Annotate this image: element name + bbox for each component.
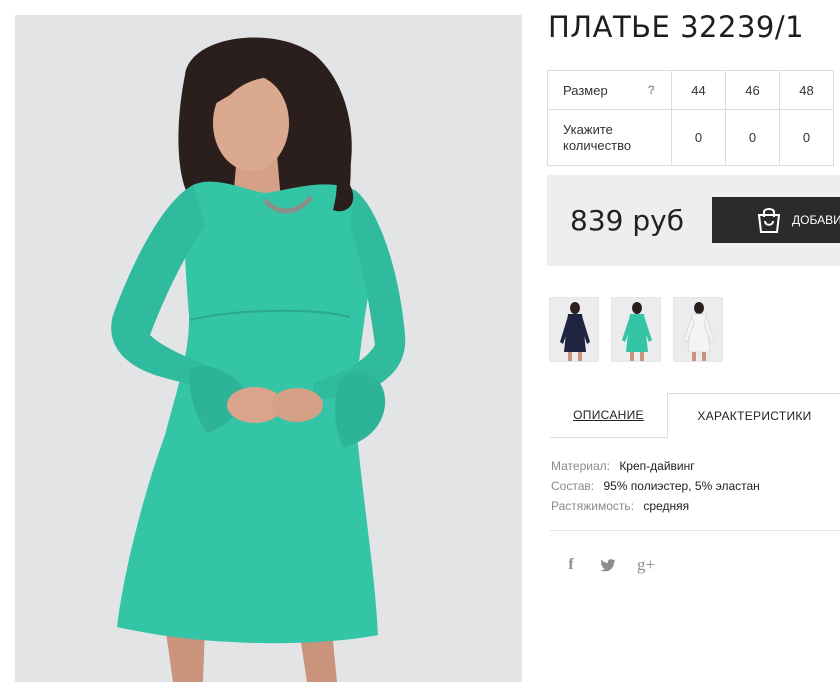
spec-key-composition: Состав: bbox=[551, 479, 595, 493]
size-label-cell: Размер ? bbox=[547, 70, 672, 110]
quantity-row: Укажите количество 0 0 0 bbox=[547, 109, 834, 166]
shopping-bag-icon bbox=[756, 206, 782, 234]
spec-row: Растяжимость: средняя bbox=[551, 496, 760, 516]
quantity-input-46[interactable]: 0 bbox=[725, 109, 780, 166]
thumbnail-turquoise-dress[interactable] bbox=[611, 297, 661, 362]
product-main-photo[interactable] bbox=[15, 15, 522, 682]
size-quantity-table: Размер ? 44 46 48 Укажите количество 0 0… bbox=[547, 70, 834, 166]
quantity-input-48[interactable]: 0 bbox=[779, 109, 834, 166]
size-option-46: 46 bbox=[725, 70, 780, 110]
size-option-48: 48 bbox=[779, 70, 834, 110]
twitter-share-icon[interactable] bbox=[598, 555, 618, 575]
product-info-tabs: ОПИСАНИЕ ХАРАКТЕРИСТИКИ bbox=[550, 393, 840, 438]
tab-description[interactable]: ОПИСАНИЕ bbox=[550, 393, 667, 437]
tab-divider bbox=[550, 437, 667, 438]
spec-key-material: Материал: bbox=[551, 459, 610, 473]
spec-row: Материал: Креп-дайвинг bbox=[551, 456, 760, 476]
tab-characteristics[interactable]: ХАРАКТЕРИСТИКИ bbox=[667, 393, 840, 438]
thumbnail-white-dress[interactable] bbox=[673, 297, 723, 362]
spec-value-composition: 95% полиэстер, 5% эластан bbox=[603, 479, 760, 493]
product-specs: Материал: Креп-дайвинг Состав: 95% полиэ… bbox=[551, 456, 760, 516]
spec-key-stretch: Растяжимость: bbox=[551, 499, 635, 513]
spec-value-stretch: средняя bbox=[643, 499, 690, 513]
google-plus-share-icon[interactable]: g+ bbox=[636, 555, 656, 575]
size-row: Размер ? 44 46 48 bbox=[547, 70, 834, 110]
product-price: 839 руб bbox=[570, 204, 684, 237]
quantity-label: Укажите количество bbox=[547, 109, 672, 166]
spec-value-material: Креп-дайвинг bbox=[619, 459, 695, 473]
price-panel: 839 руб ДОБАВИ bbox=[547, 175, 840, 266]
quantity-input-44[interactable]: 0 bbox=[671, 109, 726, 166]
size-option-44: 44 bbox=[671, 70, 726, 110]
size-help-icon[interactable]: ? bbox=[648, 83, 655, 97]
product-title: ПЛАТЬЕ 32239/1 bbox=[548, 10, 805, 44]
spec-row: Состав: 95% полиэстер, 5% эластан bbox=[551, 476, 760, 496]
add-to-cart-button[interactable]: ДОБАВИ bbox=[712, 197, 840, 243]
section-divider bbox=[550, 530, 840, 531]
thumbnail-navy-dress[interactable] bbox=[549, 297, 599, 362]
facebook-share-icon[interactable]: f bbox=[561, 555, 581, 575]
add-to-cart-label: ДОБАВИ bbox=[792, 213, 840, 227]
model-illustration bbox=[15, 15, 522, 682]
size-label: Размер bbox=[563, 82, 608, 98]
